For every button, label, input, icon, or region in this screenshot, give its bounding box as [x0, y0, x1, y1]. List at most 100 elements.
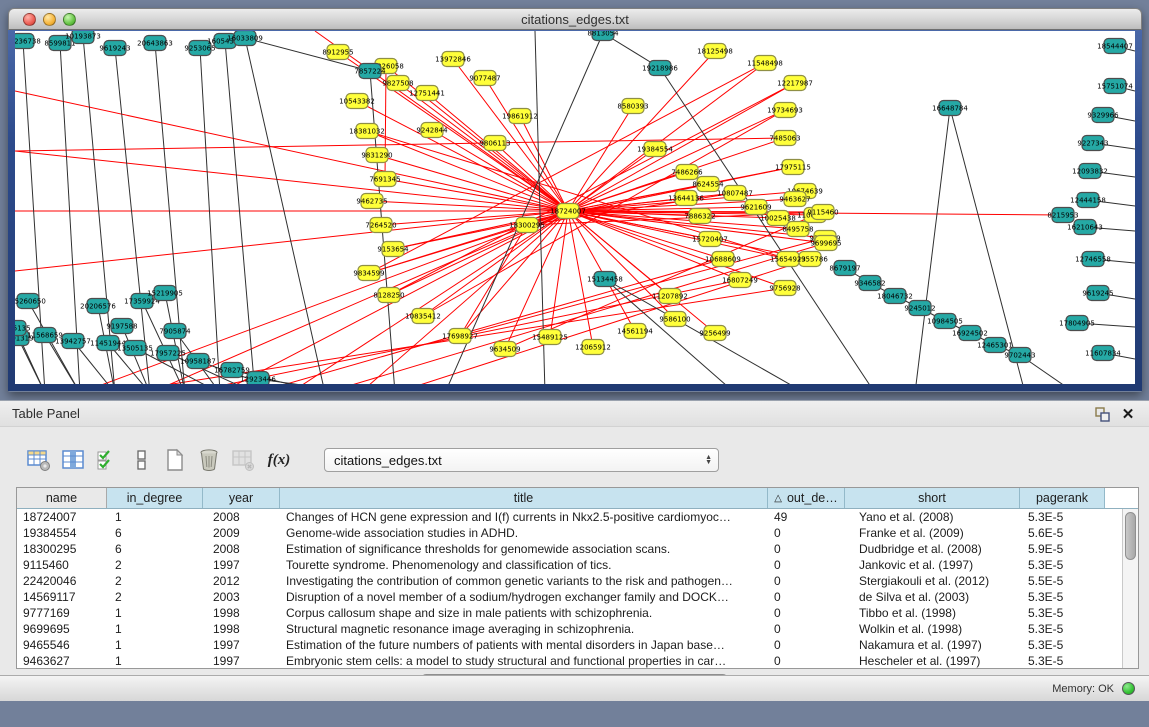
graph-node[interactable]: 20643863 — [137, 36, 173, 51]
column-header-out-de-[interactable]: △out_de… — [768, 488, 845, 508]
graph-node[interactable]: 8679197 — [829, 261, 860, 276]
graph-node[interactable]: 9077487 — [469, 71, 500, 86]
cell-short[interactable]: Franke et al. (2009) — [845, 526, 1020, 540]
graph-node[interactable]: 9227343 — [1077, 136, 1108, 151]
graph-edge[interactable] — [60, 43, 80, 384]
graph-node[interactable]: 9621609 — [740, 200, 771, 215]
graph-node[interactable]: 9586100 — [659, 312, 690, 327]
table-mode-icon[interactable] — [25, 447, 52, 474]
cell-out-de-[interactable]: 0 — [768, 622, 845, 636]
delete-column-icon[interactable] — [229, 447, 256, 474]
graph-node[interactable]: 15751074 — [1097, 79, 1133, 94]
cell-title[interactable]: Tourette syndrome. Phenomenology and cla… — [280, 558, 768, 572]
cell-name[interactable]: 9465546 — [17, 638, 107, 652]
graph-node[interactable]: 9634509 — [489, 342, 520, 357]
graph-node[interactable]: 9462735 — [356, 194, 387, 209]
delete-table-icon[interactable] — [195, 447, 222, 474]
cell-name[interactable]: 9777169 — [17, 606, 107, 620]
graph-node[interactable]: 10543382 — [339, 94, 375, 109]
cell-short[interactable]: Nakamura et al. (1997) — [845, 638, 1020, 652]
cell-out-de-[interactable]: 0 — [768, 526, 845, 540]
cell-out-de-[interactable]: 0 — [768, 606, 845, 620]
minimize-window-icon[interactable] — [43, 13, 56, 26]
graph-node[interactable]: 7886322 — [684, 209, 715, 224]
cell-short[interactable]: Yano et al. (2008) — [845, 510, 1020, 524]
graph-edge[interactable] — [15, 91, 568, 211]
graph-node[interactable]: 11548498 — [747, 56, 783, 71]
cell-title[interactable]: Corpus callosum shape and size in male p… — [280, 606, 768, 620]
cell-short[interactable]: de Silva et al. (2003) — [845, 590, 1020, 604]
cell-year[interactable]: 2012 — [203, 574, 280, 588]
cell-pagerank[interactable]: 5.6E-5 — [1020, 526, 1105, 540]
cell-out-de-[interactable]: 0 — [768, 590, 845, 604]
cell-out-de-[interactable]: 0 — [768, 574, 845, 588]
cell-out-de-[interactable]: 0 — [768, 558, 845, 572]
graph-node[interactable]: 15134458 — [587, 272, 623, 287]
cell-short[interactable]: Wolkin et al. (1998) — [845, 622, 1020, 636]
cell-name[interactable]: 9463627 — [17, 654, 107, 668]
cell-pagerank[interactable]: 5.9E-5 — [1020, 542, 1105, 556]
cell-in-degree[interactable]: 6 — [107, 542, 203, 556]
graph-node[interactable]: 8813054 — [587, 31, 619, 41]
cell-name[interactable]: 19384554 — [17, 526, 107, 540]
graph-node[interactable]: 9831290 — [361, 148, 392, 163]
graph-node[interactable]: 13644136 — [668, 191, 704, 206]
cell-title[interactable]: Changes of HCN gene expression and I(f) … — [280, 510, 768, 524]
graph-node[interactable]: 9619245 — [1082, 286, 1113, 301]
graph-node[interactable]: 17804905 — [1059, 316, 1095, 331]
column-display-icon[interactable] — [59, 447, 86, 474]
cell-pagerank[interactable]: 5.3E-5 — [1020, 606, 1105, 620]
cell-in-degree[interactable]: 2 — [107, 590, 203, 604]
column-header-short[interactable]: short — [845, 488, 1020, 508]
cell-out-de-[interactable]: 0 — [768, 654, 845, 668]
scrollbar-thumb[interactable] — [1125, 512, 1136, 560]
graph-node[interactable]: 13972846 — [435, 52, 471, 67]
graph-node[interactable]: 10835412 — [405, 309, 441, 324]
cell-title[interactable]: Genome-wide association studies in ADHD. — [280, 526, 768, 540]
graph-node[interactable]: 12746558 — [1075, 252, 1111, 267]
graph-node[interactable]: 9827508 — [382, 76, 413, 91]
cell-year[interactable]: 2009 — [203, 526, 280, 540]
graph-node[interactable]: 9197588 — [106, 319, 137, 334]
cell-title[interactable]: Investigating the contribution of common… — [280, 574, 768, 588]
column-header-pagerank[interactable]: pagerank — [1020, 488, 1105, 508]
graph-node[interactable]: 7905874 — [159, 324, 191, 339]
graph-edge[interactable] — [568, 149, 655, 211]
graph-node[interactable]: 8495758 — [782, 222, 813, 237]
cell-pagerank[interactable]: 5.3E-5 — [1020, 510, 1105, 524]
cell-in-degree[interactable]: 1 — [107, 638, 203, 652]
cell-name[interactable]: 9115460 — [17, 558, 107, 572]
graph-node[interactable]: 9756928 — [769, 281, 800, 296]
cell-pagerank[interactable]: 5.3E-5 — [1020, 558, 1105, 572]
cell-pagerank[interactable]: 5.3E-5 — [1020, 590, 1105, 604]
column-header-in-degree[interactable]: in_degree — [107, 488, 203, 508]
table-row[interactable]: 969969511998Structural magnetic resonanc… — [17, 621, 1138, 637]
cell-title[interactable]: Estimation of the future numbers of pati… — [280, 638, 768, 652]
graph-node[interactable]: 9256499 — [699, 326, 730, 341]
graph-node[interactable]: 18125498 — [697, 44, 733, 59]
table-row[interactable]: 946362711997Embryonic stem cells: a mode… — [17, 653, 1138, 669]
cell-year[interactable]: 2003 — [203, 590, 280, 604]
column-header-year[interactable]: year — [203, 488, 280, 508]
graph-node[interactable]: 16236738 — [15, 34, 41, 49]
graph-edge[interactable] — [200, 48, 220, 384]
graph-node[interactable]: 19861912 — [502, 109, 538, 124]
cell-short[interactable]: Tibbo et al. (1998) — [845, 606, 1020, 620]
graph-node[interactable]: 12217987 — [777, 76, 813, 91]
graph-edge[interactable] — [386, 66, 568, 211]
cell-pagerank[interactable]: 5.3E-5 — [1020, 654, 1105, 668]
column-header-name[interactable]: name — [17, 488, 107, 508]
graph-node[interactable]: 9834599 — [353, 266, 384, 281]
close-window-icon[interactable] — [23, 13, 36, 26]
cell-year[interactable]: 1997 — [203, 654, 280, 668]
cell-in-degree[interactable]: 2 — [107, 574, 203, 588]
graph-node[interactable]: 9329966 — [1087, 108, 1119, 123]
table-row[interactable]: 1830029562008Estimation of significance … — [17, 541, 1138, 557]
hide-columns-icon[interactable] — [127, 447, 154, 474]
graph-node[interactable]: 10688609 — [705, 252, 741, 267]
graph-node[interactable]: 19734693 — [767, 103, 803, 118]
graph-node[interactable]: 9699695 — [810, 236, 841, 251]
graph-node[interactable]: 25260650 — [15, 294, 46, 309]
graph-edge[interactable] — [83, 36, 115, 384]
cell-short[interactable]: Dudbridge et al. (2008) — [845, 542, 1020, 556]
